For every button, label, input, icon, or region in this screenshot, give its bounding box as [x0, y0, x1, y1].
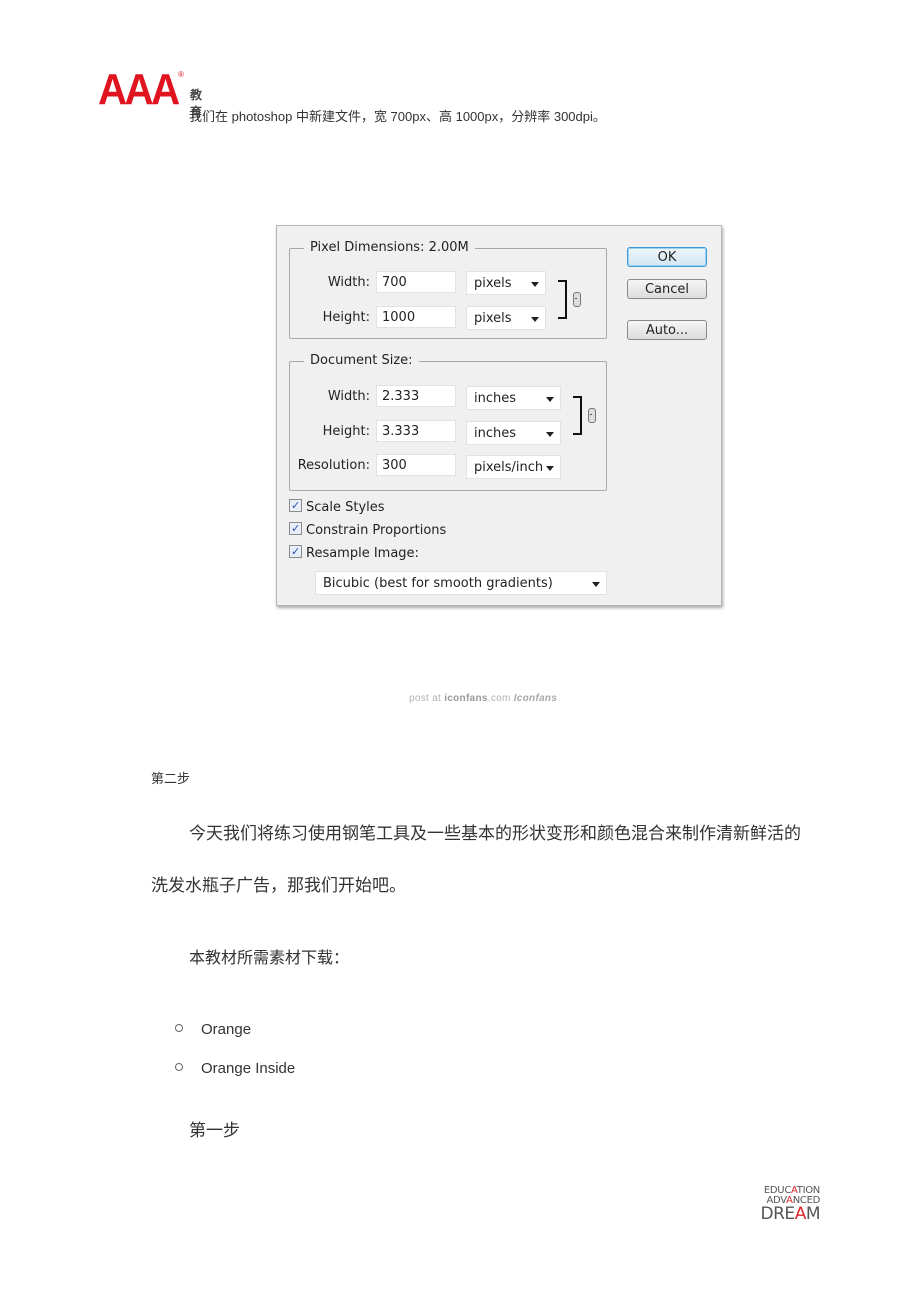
- pixel-width-label: Width:: [327, 275, 370, 290]
- materials-list: Orange Orange Inside: [175, 1020, 295, 1098]
- auto-button[interactable]: Auto...: [627, 320, 707, 340]
- registered-mark: ®: [178, 70, 184, 79]
- chevron-down-icon: [546, 466, 554, 471]
- doc-height-unit-select[interactable]: inches: [466, 421, 561, 445]
- brand-logo: AAA ® 教育: [98, 65, 202, 120]
- ok-button[interactable]: OK: [627, 247, 707, 267]
- checkbox-label: Resample Image:: [306, 546, 419, 561]
- watermark-site: iconfans: [444, 693, 488, 704]
- document-size-legend: Document Size:: [304, 353, 419, 369]
- chain-link-icon: [588, 408, 596, 423]
- list-item-label: Orange: [201, 1021, 252, 1038]
- resample-method-value: Bicubic (best for smooth gradients): [323, 576, 553, 591]
- checkbox-checked-icon: [289, 497, 302, 515]
- materials-heading: 本教材所需素材下载：: [189, 950, 350, 967]
- paragraph-line-2: 洗发水瓶子广告，那我们开始吧。: [151, 876, 406, 895]
- doc-height-label: Height:: [322, 424, 370, 439]
- chevron-down-icon: [546, 397, 554, 402]
- resolution-unit-value: pixels/inch: [474, 460, 544, 475]
- chain-link-icon: [573, 292, 581, 307]
- footer-logo-text: DRE: [760, 1204, 796, 1224]
- pixel-dimensions-group: Pixel Dimensions: 2.00M Width: 700 pixel…: [289, 240, 607, 339]
- image-size-dialog: Pixel Dimensions: 2.00M Width: 700 pixel…: [276, 225, 722, 606]
- pixel-width-input[interactable]: 700: [376, 271, 456, 293]
- pixel-height-label: Height:: [322, 310, 370, 325]
- checkbox-checked-icon: [289, 543, 302, 561]
- link-bracket: [573, 396, 582, 435]
- footer-logo-accent: A: [794, 1204, 807, 1224]
- circle-bullet-icon: [175, 1024, 183, 1032]
- pixel-dimensions-legend: Pixel Dimensions: 2.00M: [304, 240, 475, 256]
- watermark-logo: Iconfans: [513, 693, 558, 704]
- resolution-input[interactable]: 300: [376, 454, 456, 476]
- logo-mark: AAA: [98, 65, 180, 114]
- resolution-label: Resolution:: [297, 458, 370, 473]
- step-two-heading: 第二步: [151, 771, 191, 786]
- constrain-proportions-checkbox[interactable]: Constrain Proportions: [289, 520, 447, 540]
- list-item-label: Orange Inside: [201, 1060, 296, 1077]
- link-bracket: [558, 280, 567, 319]
- footer-logo: EDUCATION ADVANCED DREAM: [740, 1186, 821, 1224]
- doc-width-unit-select[interactable]: inches: [466, 386, 561, 410]
- circle-bullet-icon: [175, 1063, 183, 1071]
- doc-width-input[interactable]: 2.333: [376, 385, 456, 407]
- checkbox-label: Scale Styles: [306, 500, 385, 515]
- chevron-down-icon: [531, 317, 539, 322]
- doc-height-unit-value: inches: [474, 426, 517, 441]
- chevron-down-icon: [592, 582, 600, 587]
- watermark-prefix: post at: [409, 693, 445, 704]
- pixel-height-unit-select[interactable]: pixels: [466, 306, 546, 330]
- pixel-width-unit-select[interactable]: pixels: [466, 271, 546, 295]
- resolution-unit-select[interactable]: pixels/inch: [466, 455, 561, 479]
- doc-width-label: Width:: [327, 389, 370, 404]
- list-item[interactable]: Orange: [175, 1020, 295, 1059]
- paragraph-line-1: 今天我们将练习使用钢笔工具及一些基本的形状变形和颜色混合来制作清新鲜活的: [189, 824, 801, 843]
- checkbox-label: Constrain Proportions: [306, 523, 447, 538]
- footer-logo-text: M: [805, 1204, 821, 1224]
- pixel-height-input[interactable]: 1000: [376, 306, 456, 328]
- checkbox-checked-icon: [289, 520, 302, 538]
- document-size-group: Document Size: Width: 2.333 inches Heigh…: [289, 353, 607, 491]
- watermark: post at iconfans.com Iconfans: [409, 693, 557, 704]
- doc-height-input[interactable]: 3.333: [376, 420, 456, 442]
- watermark-suffix: .com: [487, 693, 514, 704]
- chevron-down-icon: [546, 432, 554, 437]
- resample-method-select[interactable]: Bicubic (best for smooth gradients): [315, 571, 607, 595]
- intro-paragraph: 今天我们将练习使用钢笔工具及一些基本的形状变形和颜色混合来制作清新鲜活的 洗发水…: [151, 808, 841, 912]
- intro-text: 我们在 photoshop 中新建文件，宽 700px、高 1000px，分辨率…: [189, 109, 606, 124]
- pixel-width-unit-value: pixels: [474, 276, 512, 291]
- resample-image-checkbox[interactable]: Resample Image:: [289, 543, 419, 563]
- list-item[interactable]: Orange Inside: [175, 1059, 295, 1098]
- scale-styles-checkbox[interactable]: Scale Styles: [289, 497, 385, 517]
- pixel-height-unit-value: pixels: [474, 311, 512, 326]
- doc-width-unit-value: inches: [474, 391, 517, 406]
- step-one-heading: 第一步: [189, 1121, 240, 1140]
- chevron-down-icon: [531, 282, 539, 287]
- cancel-button[interactable]: Cancel: [627, 279, 707, 299]
